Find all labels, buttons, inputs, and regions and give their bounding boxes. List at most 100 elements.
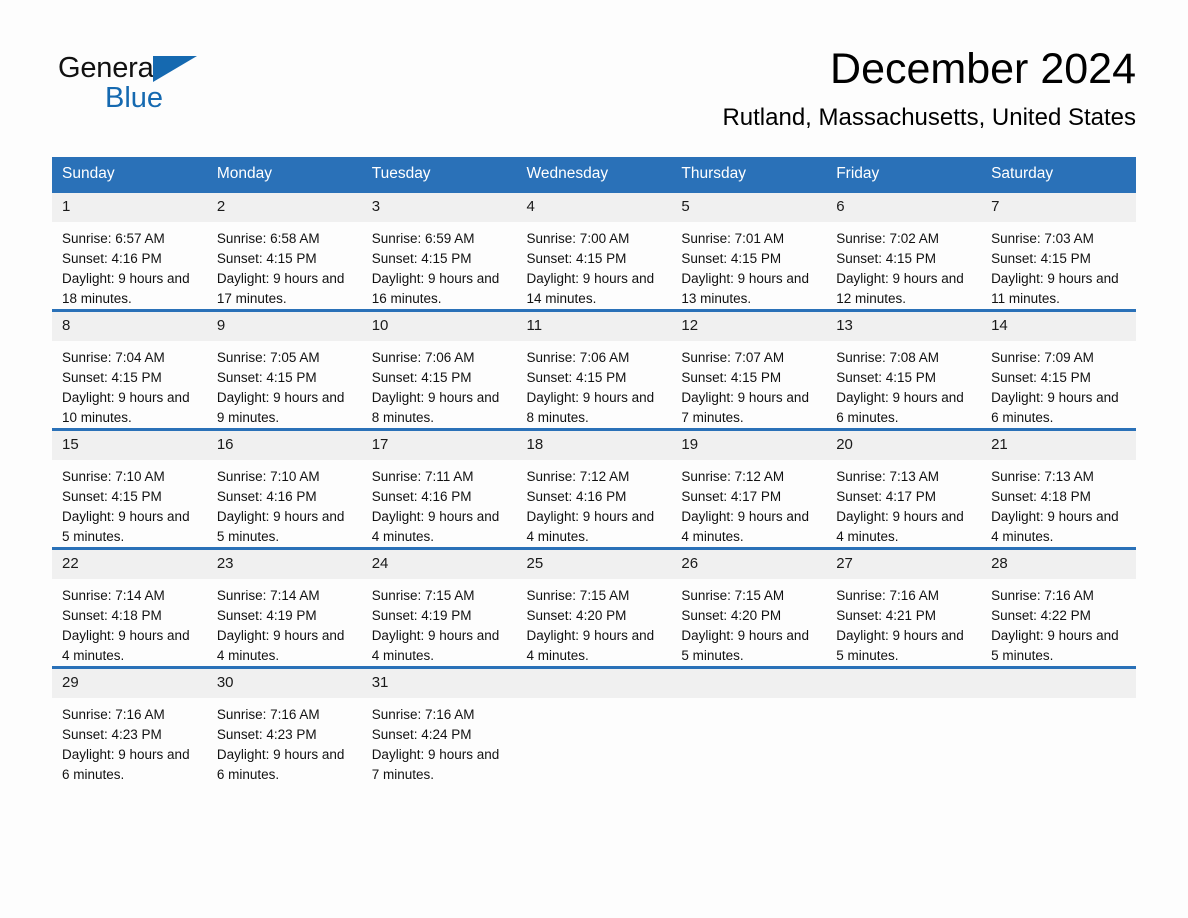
daylight-text: Daylight: 9 hours and 6 minutes.	[991, 390, 1119, 425]
calendar-day-cell[interactable]: 10 Sunrise: 7:06 AM Sunset: 4:15 PM Dayligh…	[361, 309, 517, 430]
calendar-day-cell[interactable]: 24 Sunrise: 7:15 AM Sunset: 4:19 PM Dayligh…	[361, 547, 517, 668]
calendar-day-cell[interactable]: 18 Sunrise: 7:12 AM Sunset: 4:16 PM Dayligh…	[516, 428, 672, 549]
calendar-day-cell[interactable]: 3 Sunrise: 6:59 AM Sunset: 4:15 PM Daylight…	[361, 192, 517, 311]
daylight-text: Daylight: 9 hours and 4 minutes.	[526, 628, 655, 663]
calendar-day-cell[interactable]: 13 Sunrise: 7:08 AM Sunset: 4:15 PM Dayligh…	[826, 309, 982, 430]
calendar-day-cell[interactable]: 28 Sunrise: 7:16 AM Sunset: 4:22 PM Dayligh…	[981, 547, 1136, 668]
calendar-day-cell[interactable]: 7 Sunrise: 7:03 AM Sunset: 4:15 PM Daylight…	[981, 192, 1136, 311]
daylight-text: Daylight: 9 hours and 4 minutes.	[62, 628, 190, 663]
daylight-text: Daylight: 9 hours and 6 minutes.	[836, 390, 964, 425]
day-number: 18	[516, 431, 672, 460]
sunrise-text: Sunrise: 7:13 AM	[991, 469, 1094, 484]
calendar-day-cell[interactable]: 26 Sunrise: 7:15 AM Sunset: 4:20 PM Dayligh…	[671, 547, 827, 668]
sunset-text: Sunset: 4:16 PM	[62, 251, 162, 266]
weekday-header-monday: Monday	[206, 157, 362, 193]
day-details: Sunrise: 7:15 AM Sunset: 4:20 PM Daylight:…	[517, 579, 672, 666]
sunrise-text: Sunrise: 7:11 AM	[371, 469, 474, 484]
sunset-text: Sunset: 4:15 PM	[62, 489, 162, 504]
day-details: Sunrise: 7:08 AM Sunset: 4:15 PM Daylight:…	[826, 341, 981, 428]
day-number: 21	[981, 431, 1136, 460]
day-details: Sunrise: 7:02 AM Sunset: 4:15 PM Daylight:…	[826, 222, 981, 309]
daylight-text: Daylight: 9 hours and 4 minutes.	[371, 628, 500, 663]
daylight-text: Daylight: 9 hours and 16 minutes.	[371, 271, 500, 306]
sunrise-text: Sunrise: 7:15 AM	[681, 588, 785, 603]
day-details: Sunrise: 7:06 AM Sunset: 4:15 PM Daylight:…	[362, 341, 517, 428]
sunset-text: Sunset: 4:16 PM	[216, 489, 317, 504]
calendar-day-cell[interactable]: 29 Sunrise: 7:16 AM Sunset: 4:23 PM Dayligh…	[52, 666, 207, 785]
calendar-day-cell[interactable]: 15 Sunrise: 7:10 AM Sunset: 4:15 PM Dayligh…	[52, 428, 207, 549]
title-block: December 2024 Rutland, Massachusetts, Un…	[336, 44, 1136, 133]
day-details: Sunrise: 7:01 AM Sunset: 4:15 PM Daylight:…	[671, 222, 826, 309]
calendar-day-cell[interactable]: 4 Sunrise: 7:00 AM Sunset: 4:15 PM Daylight…	[516, 192, 672, 311]
calendar-week-row: 8 Sunrise: 7:04 AM Sunset: 4:15 PM Daylight…	[52, 309, 1136, 430]
calendar-day-cell[interactable]: 2 Sunrise: 6:58 AM Sunset: 4:15 PM Daylight…	[206, 192, 362, 311]
weekday-header-row: Sunday Monday Tuesday Wednesday Thursday Frid…	[52, 157, 1136, 193]
calendar-day-cell[interactable]: 27 Sunrise: 7:16 AM Sunset: 4:21 PM Dayligh…	[826, 547, 982, 668]
day-number: 1	[52, 193, 207, 222]
day-details: Sunrise: 7:11 AM Sunset: 4:16 PM Daylight:…	[362, 460, 517, 547]
calendar-day-cell[interactable]: 6 Sunrise: 7:02 AM Sunset: 4:15 PM Daylight…	[826, 192, 982, 311]
day-number: 6	[826, 193, 982, 222]
day-number: 31	[361, 669, 517, 698]
calendar-day-cell[interactable]: 23 Sunrise: 7:14 AM Sunset: 4:19 PM Dayligh…	[206, 547, 362, 668]
day-number: 23	[206, 550, 362, 579]
day-number: 22	[52, 550, 207, 579]
calendar-day-cell[interactable]: 8 Sunrise: 7:04 AM Sunset: 4:15 PM Daylight…	[52, 309, 207, 430]
day-details: Sunrise: 7:16 AM Sunset: 4:23 PM Daylight:…	[207, 698, 362, 785]
calendar-day-cell[interactable]: 21 Sunrise: 7:13 AM Sunset: 4:18 PM Dayligh…	[981, 428, 1136, 549]
logo-triangle-icon	[153, 56, 197, 82]
calendar-day-cell[interactable]: 17 Sunrise: 7:11 AM Sunset: 4:16 PM Dayligh…	[361, 428, 517, 549]
calendar-day-cell[interactable]: 22 Sunrise: 7:14 AM Sunset: 4:18 PM Dayligh…	[52, 547, 207, 668]
day-details: Sunrise: 7:16 AM Sunset: 4:22 PM Daylight:…	[981, 579, 1136, 666]
calendar-day-cell[interactable]: 11 Sunrise: 7:06 AM Sunset: 4:15 PM Dayligh…	[516, 309, 672, 430]
day-number: 27	[826, 550, 982, 579]
sunset-text: Sunset: 4:15 PM	[681, 251, 782, 266]
calendar-day-cell[interactable]: 25 Sunrise: 7:15 AM Sunset: 4:20 PM Dayligh…	[516, 547, 672, 668]
calendar-table: Sunday Monday Tuesday Wednesday Thursday Frid…	[52, 157, 1136, 785]
calendar-page: General Blue December 2024 Rutland, Mass…	[0, 0, 1188, 918]
daylight-text: Daylight: 9 hours and 9 minutes.	[216, 390, 345, 425]
calendar-week-row: 15 Sunrise: 7:10 AM Sunset: 4:15 PM Dayligh…	[52, 428, 1136, 549]
day-number	[981, 669, 1136, 698]
calendar-day-cell[interactable]: 1 Sunrise: 6:57 AM Sunset: 4:16 PM Daylight…	[52, 192, 207, 311]
sunset-text: Sunset: 4:15 PM	[216, 251, 317, 266]
daylight-text: Daylight: 9 hours and 4 minutes.	[526, 509, 655, 544]
calendar-day-cell[interactable]: 16 Sunrise: 7:10 AM Sunset: 4:16 PM Dayligh…	[206, 428, 362, 549]
sunrise-text: Sunrise: 7:10 AM	[62, 469, 165, 484]
daylight-text: Daylight: 9 hours and 5 minutes.	[991, 628, 1119, 663]
sunrise-text: Sunrise: 7:15 AM	[526, 588, 630, 603]
calendar-day-cell[interactable]: 30 Sunrise: 7:16 AM Sunset: 4:23 PM Dayligh…	[206, 666, 362, 785]
sunset-text: Sunset: 4:16 PM	[371, 489, 472, 504]
calendar-day-cell-empty	[516, 666, 672, 785]
calendar-day-cell[interactable]: 14 Sunrise: 7:09 AM Sunset: 4:15 PM Dayligh…	[981, 309, 1136, 430]
day-number: 25	[516, 550, 672, 579]
sunset-text: Sunset: 4:23 PM	[216, 727, 317, 742]
sunrise-text: Sunrise: 7:14 AM	[216, 588, 320, 603]
calendar-day-cell[interactable]: 19 Sunrise: 7:12 AM Sunset: 4:17 PM Dayligh…	[671, 428, 827, 549]
sunset-text: Sunset: 4:23 PM	[62, 727, 162, 742]
day-number: 16	[206, 431, 362, 460]
sunrise-text: Sunrise: 7:00 AM	[526, 231, 630, 246]
general-blue-logo: General Blue	[58, 52, 258, 124]
calendar-day-cell[interactable]: 20 Sunrise: 7:13 AM Sunset: 4:17 PM Dayligh…	[826, 428, 982, 549]
day-number: 19	[671, 431, 827, 460]
daylight-text: Daylight: 9 hours and 7 minutes.	[681, 390, 809, 425]
day-details: Sunrise: 7:12 AM Sunset: 4:17 PM Daylight:…	[671, 460, 826, 547]
day-details: Sunrise: 7:13 AM Sunset: 4:18 PM Daylight:…	[981, 460, 1136, 547]
sunrise-text: Sunrise: 7:16 AM	[216, 707, 320, 722]
calendar-day-cell[interactable]: 5 Sunrise: 7:01 AM Sunset: 4:15 PM Daylight…	[671, 192, 827, 311]
daylight-text: Daylight: 9 hours and 17 minutes.	[216, 271, 345, 306]
weekday-header-saturday: Saturday	[981, 157, 1136, 193]
calendar-day-cell-empty	[826, 666, 982, 785]
calendar-day-cell[interactable]: 9 Sunrise: 7:05 AM Sunset: 4:15 PM Daylight…	[206, 309, 362, 430]
sunrise-text: Sunrise: 7:16 AM	[836, 588, 940, 603]
sunset-text: Sunset: 4:16 PM	[526, 489, 627, 504]
sunset-text: Sunset: 4:15 PM	[526, 370, 627, 385]
daylight-text: Daylight: 9 hours and 13 minutes.	[681, 271, 809, 306]
day-number: 2	[206, 193, 362, 222]
calendar-day-cell[interactable]: 31 Sunrise: 7:16 AM Sunset: 4:24 PM Dayligh…	[361, 666, 517, 785]
calendar-body: 1 Sunrise: 6:57 AM Sunset: 4:16 PM Daylight…	[52, 192, 1136, 785]
daylight-text: Daylight: 9 hours and 11 minutes.	[991, 271, 1119, 306]
calendar-day-cell[interactable]: 12 Sunrise: 7:07 AM Sunset: 4:15 PM Dayligh…	[671, 309, 827, 430]
day-details: Sunrise: 7:14 AM Sunset: 4:18 PM Daylight:…	[52, 579, 207, 666]
